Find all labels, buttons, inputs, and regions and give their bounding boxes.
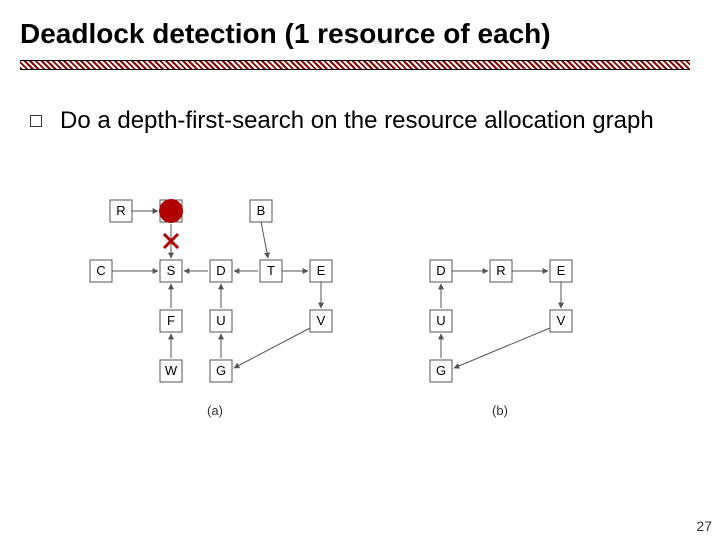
- svg-text:G: G: [216, 363, 226, 378]
- node-U: U: [430, 310, 452, 332]
- node-E: E: [310, 260, 332, 282]
- node-D: D: [210, 260, 232, 282]
- node-D: D: [430, 260, 452, 282]
- svg-text:T: T: [267, 263, 275, 278]
- edge-B-T: [261, 222, 268, 258]
- node-V: V: [550, 310, 572, 332]
- svg-text:D: D: [436, 263, 445, 278]
- resource-allocation-diagram: R A B C S D T E F U V W G: [80, 190, 640, 450]
- graph-b-label: (b): [492, 403, 508, 418]
- svg-text:F: F: [167, 313, 175, 328]
- graph-a-label: (a): [207, 403, 223, 418]
- bullet-square-icon: [30, 115, 42, 127]
- node-F: F: [160, 310, 182, 332]
- bullet-item: Do a depth-first-search on the resource …: [30, 105, 654, 136]
- title-rule: [20, 60, 690, 68]
- node-B: B: [250, 200, 272, 222]
- svg-text:C: C: [96, 263, 105, 278]
- page-number: 27: [696, 518, 712, 534]
- svg-text:R: R: [496, 263, 505, 278]
- edge-V-G: [454, 328, 550, 368]
- node-U: U: [210, 310, 232, 332]
- graph-b: D R E U V G (b): [430, 260, 572, 418]
- svg-text:U: U: [216, 313, 225, 328]
- svg-text:B: B: [257, 203, 266, 218]
- node-G: G: [430, 360, 452, 382]
- svg-text:D: D: [216, 263, 225, 278]
- dfs-start-dot-icon: [159, 199, 183, 223]
- node-T: T: [260, 260, 282, 282]
- node-C: C: [90, 260, 112, 282]
- graph-a: R A B C S D T E F U V W G: [90, 199, 332, 418]
- diagram-svg: R A B C S D T E F U V W G: [80, 190, 640, 450]
- svg-text:S: S: [167, 263, 176, 278]
- svg-text:U: U: [436, 313, 445, 328]
- svg-text:E: E: [317, 263, 326, 278]
- node-R: R: [490, 260, 512, 282]
- hatch-pattern: [20, 60, 690, 70]
- node-S: S: [160, 260, 182, 282]
- svg-text:W: W: [165, 363, 178, 378]
- svg-text:G: G: [436, 363, 446, 378]
- edge-V-G: [234, 328, 310, 368]
- svg-text:V: V: [557, 313, 566, 328]
- bullet-text: Do a depth-first-search on the resource …: [60, 105, 654, 136]
- svg-text:R: R: [116, 203, 125, 218]
- page-title: Deadlock detection (1 resource of each): [20, 18, 551, 50]
- node-E: E: [550, 260, 572, 282]
- node-W: W: [160, 360, 182, 382]
- node-V: V: [310, 310, 332, 332]
- node-G: G: [210, 360, 232, 382]
- svg-text:E: E: [557, 263, 566, 278]
- node-R: R: [110, 200, 132, 222]
- svg-text:V: V: [317, 313, 326, 328]
